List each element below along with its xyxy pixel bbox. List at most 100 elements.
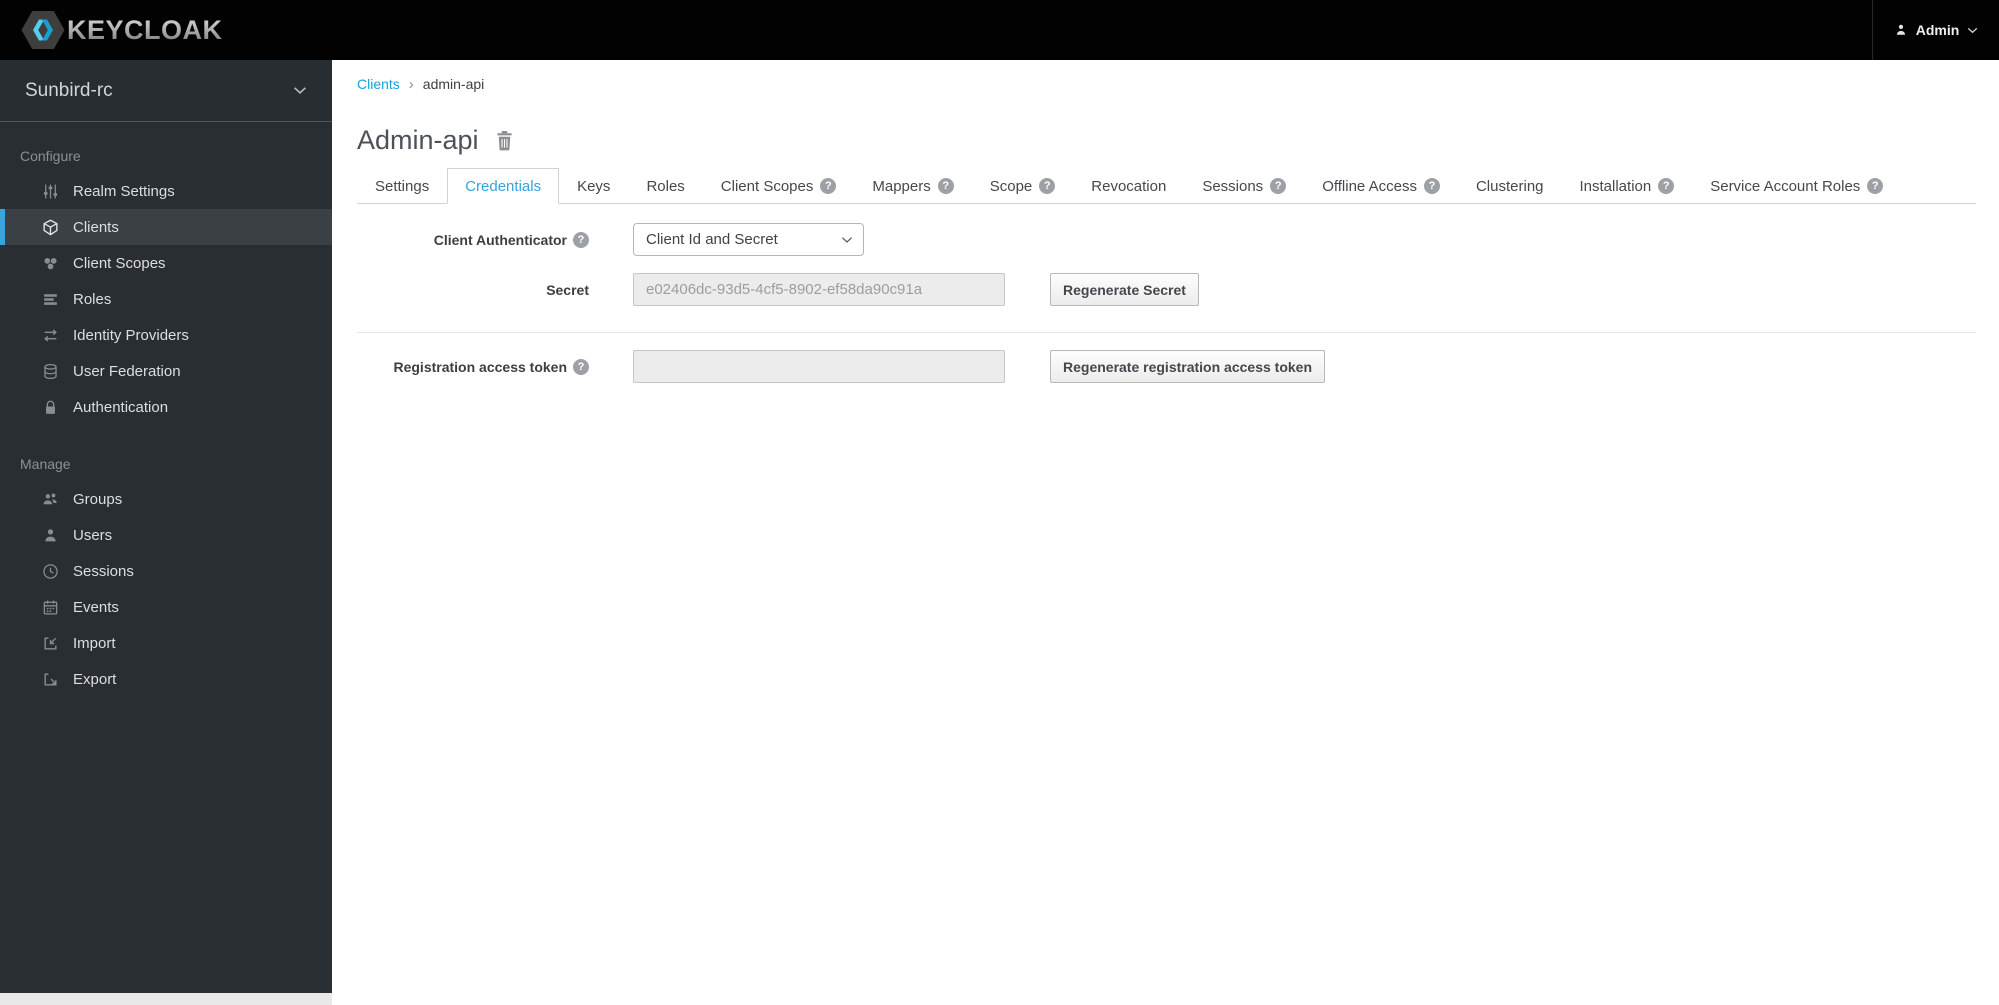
- calendar-icon: [42, 599, 59, 616]
- sidebar-item-label: Groups: [73, 490, 123, 508]
- regenerate-registration-token-button[interactable]: Regenerate registration access token: [1050, 350, 1325, 383]
- sidebar-item-identity-providers[interactable]: Identity Providers: [0, 317, 332, 353]
- delete-client-button[interactable]: [495, 130, 514, 151]
- lock-icon: [42, 399, 59, 416]
- help-icon[interactable]: ?: [1867, 178, 1884, 194]
- secret-label: Secret: [357, 282, 589, 298]
- client-tabs: Settings Credentials Keys Roles Client Scope…: [357, 168, 1976, 204]
- regenerate-secret-button[interactable]: Regenerate Secret: [1050, 273, 1199, 306]
- help-icon[interactable]: ?: [937, 178, 954, 194]
- exchange-icon: [42, 327, 59, 344]
- sidebar-nav: Configure Realm Settings Clients Client Sco…: [0, 122, 332, 697]
- tab-settings[interactable]: Settings: [357, 168, 447, 204]
- tab-sessions[interactable]: Sessions?: [1184, 168, 1304, 204]
- client-authenticator-select[interactable]: Client Id and Secret: [633, 223, 864, 256]
- sidebar-item-roles[interactable]: Roles: [0, 281, 332, 317]
- secret-row: Secret Regenerate Secret: [357, 273, 1976, 306]
- sidebar-item-events[interactable]: Events: [0, 589, 332, 625]
- tab-credentials[interactable]: Credentials: [447, 168, 560, 204]
- user-menu[interactable]: Admin: [1872, 0, 1999, 60]
- realm-selector[interactable]: Sunbird-rc: [0, 60, 332, 122]
- nav-section-manage: Manage: [20, 456, 71, 472]
- client-authenticator-label: Client Authenticator ?: [357, 231, 589, 248]
- sidebar-footer-strip: [0, 993, 332, 1005]
- help-icon[interactable]: ?: [1270, 178, 1287, 194]
- tab-clustering[interactable]: Clustering: [1458, 168, 1562, 204]
- sidebar-item-label: Import: [73, 634, 116, 652]
- client-authenticator-label-text: Client Authenticator: [433, 231, 567, 248]
- tab-label: Credentials: [465, 177, 542, 195]
- sliders-icon: [42, 183, 59, 200]
- tab-label: Revocation: [1091, 177, 1167, 195]
- help-icon[interactable]: ?: [1039, 178, 1056, 194]
- sidebar-item-label: Roles: [73, 290, 112, 308]
- tab-offline-access[interactable]: Offline Access?: [1304, 168, 1458, 204]
- breadcrumb-admin-api: admin-api: [422, 76, 485, 92]
- tab-label: Settings: [375, 177, 430, 195]
- tab-revocation[interactable]: Revocation: [1073, 168, 1184, 204]
- sidebar-item-label: Events: [73, 598, 119, 616]
- tab-service-account-roles[interactable]: Service Account Roles?: [1692, 168, 1901, 204]
- nav-section-configure: Configure: [20, 148, 81, 164]
- tab-roles[interactable]: Roles: [628, 168, 702, 204]
- sidebar-item-groups[interactable]: Groups: [0, 481, 332, 517]
- tab-client-scopes[interactable]: Client Scopes?: [703, 168, 855, 204]
- secret-input[interactable]: [633, 273, 1005, 306]
- tab-keys[interactable]: Keys: [559, 168, 628, 204]
- registration-token-input[interactable]: [633, 350, 1005, 383]
- tab-label: Scope: [989, 177, 1033, 195]
- help-icon[interactable]: ?: [573, 358, 589, 375]
- tab-installation[interactable]: Installation?: [1562, 168, 1693, 204]
- breadcrumb-separator: ›: [408, 76, 414, 93]
- client-authenticator-value: Client Id and Secret: [646, 231, 778, 248]
- help-icon[interactable]: ?: [1423, 178, 1440, 194]
- group-icon: [42, 491, 59, 508]
- page-title: Admin-api: [357, 125, 479, 155]
- keycloak-hexagon-icon: [20, 9, 66, 51]
- tab-label: Mappers: [872, 177, 931, 195]
- import-icon: [42, 635, 59, 652]
- sidebar-item-export[interactable]: Export: [0, 661, 332, 697]
- sidebar-item-label: User Federation: [73, 362, 181, 380]
- client-authenticator-row: Client Authenticator ? Client Id and Sec…: [357, 223, 1976, 256]
- user-name: Admin: [1915, 22, 1960, 38]
- secret-label-text: Secret: [546, 281, 589, 298]
- tab-label: Offline Access: [1322, 177, 1417, 195]
- sidebar-item-users[interactable]: Users: [0, 517, 332, 553]
- sidebar-item-sessions[interactable]: Sessions: [0, 553, 332, 589]
- registration-token-label-text: Registration access token: [393, 358, 567, 375]
- chevron-down-icon: [841, 236, 853, 244]
- tab-label: Keys: [577, 177, 611, 195]
- sidebar-item-import[interactable]: Import: [0, 625, 332, 661]
- chevron-down-icon: [293, 86, 307, 95]
- realm-name: Sunbird-rc: [25, 79, 113, 101]
- roles-icon: [42, 291, 59, 308]
- breadcrumb-clients[interactable]: Clients: [357, 76, 400, 92]
- export-icon: [42, 671, 59, 688]
- tab-label: Service Account Roles: [1710, 177, 1861, 195]
- form-divider: [357, 332, 1976, 333]
- tab-mappers[interactable]: Mappers?: [854, 168, 971, 204]
- sidebar-item-user-federation[interactable]: User Federation: [0, 353, 332, 389]
- help-icon[interactable]: ?: [1658, 178, 1675, 194]
- tab-scope[interactable]: Scope?: [972, 168, 1074, 204]
- breadcrumb: Clients › admin-api: [357, 76, 1976, 93]
- user-icon: [42, 527, 59, 544]
- help-icon[interactable]: ?: [573, 231, 589, 248]
- keycloak-logo[interactable]: KEYCLOAK: [20, 0, 223, 60]
- sidebar-item-realm-settings[interactable]: Realm Settings: [0, 173, 332, 209]
- sidebar-item-label: Identity Providers: [73, 326, 189, 344]
- help-icon[interactable]: ?: [820, 178, 837, 194]
- sidebar-item-authentication[interactable]: Authentication: [0, 389, 332, 425]
- cube-icon: [42, 219, 59, 236]
- tab-label: Clustering: [1475, 177, 1544, 195]
- sidebar-item-label: Sessions: [73, 562, 134, 580]
- sidebar-item-client-scopes[interactable]: Client Scopes: [0, 245, 332, 281]
- sidebar-item-label: Export: [73, 670, 117, 688]
- credentials-form: Client Authenticator ? Client Id and Sec…: [357, 223, 1976, 383]
- scopes-icon: [42, 255, 59, 272]
- database-icon: [42, 363, 59, 380]
- sidebar-item-clients[interactable]: Clients: [0, 209, 332, 245]
- trash-icon: [495, 130, 514, 151]
- main-content: Clients › admin-api Admin-api Settings Cred…: [332, 60, 1999, 1005]
